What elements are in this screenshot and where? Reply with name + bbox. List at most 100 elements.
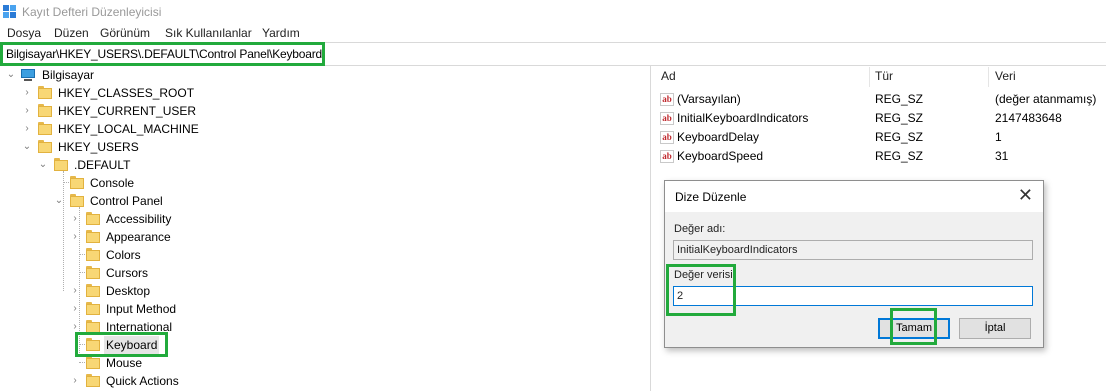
value-data: 2147483648 [995,111,1062,125]
menu-view[interactable]: Görünüm [100,26,150,40]
chevron-right-icon[interactable]: › [70,372,80,390]
value-name-label: Değer adı: [674,223,726,235]
tree-label: Bilgisayar [42,68,95,82]
keyboard-highlight-box [75,332,168,357]
string-value-icon: ab [660,131,674,144]
folder-icon [86,248,100,261]
value-type: REG_SZ [875,130,924,144]
folder-icon [70,194,84,207]
title-bar: Kayıt Defteri Düzenleyicisi [0,0,1106,24]
menu-edit[interactable]: Düzen [54,26,89,40]
column-header-name[interactable]: Ad [661,65,676,87]
tree-label: Appearance [106,230,171,244]
value-type: REG_SZ [875,92,924,106]
column-header-data[interactable]: Veri [995,65,1016,87]
tree-node-cursors[interactable]: Cursors [0,264,300,282]
value-type: REG_SZ [875,149,924,163]
value-data: (değer atanmamış) [995,92,1097,106]
folder-icon [38,104,52,117]
chevron-right-icon[interactable]: › [70,210,80,228]
close-icon[interactable]: ✕ [1018,186,1033,204]
tree-node-hkcu[interactable]: › HKEY_CURRENT_USER [0,102,300,120]
chevron-right-icon[interactable]: › [70,282,80,300]
string-value-icon: ab [660,93,674,106]
tree-label: Control Panel [90,194,163,208]
tree-label: Cursors [106,266,149,280]
folder-icon [86,212,100,225]
tree-label: Desktop [106,284,151,298]
tree-node-console[interactable]: Console [0,174,300,192]
chevron-right-icon[interactable]: › [70,228,80,246]
folder-icon [86,374,100,387]
regedit-icon [3,5,16,18]
chevron-down-icon[interactable]: ⌄ [22,138,32,156]
tree-node-desktop[interactable]: › Desktop [0,282,300,300]
cancel-button[interactable]: İptal [959,318,1031,339]
folder-icon [38,122,52,135]
menu-bar: Dosya Düzen Görünüm Sık Kullanılanlar Ya… [0,24,1106,42]
chevron-right-icon[interactable]: › [22,120,32,138]
tree-label: HKEY_LOCAL_MACHINE [58,122,199,136]
ok-highlight-box [890,308,937,345]
value-row[interactable]: ab (Varsayılan) REG_SZ (değer atanmamış) [651,90,1106,109]
folder-icon [86,284,100,297]
column-divider[interactable] [869,67,870,87]
tree-label: Accessibility [106,212,172,226]
data-input-highlight-box [666,264,736,316]
tree-node-input-method[interactable]: › Input Method [0,300,300,318]
folder-icon [38,86,52,99]
tree-node-colors[interactable]: Colors [0,246,300,264]
value-name-field: InitialKeyboardIndicators [673,240,1033,260]
chevron-right-icon[interactable]: › [22,84,32,102]
folder-icon [86,230,100,243]
folder-icon [70,176,84,189]
folder-icon [86,356,100,369]
column-header-type[interactable]: Tür [875,65,893,87]
tree-node-hkcr[interactable]: › HKEY_CLASSES_ROOT [0,84,300,102]
tree-label: Quick Actions [106,374,179,388]
folder-icon [86,302,100,315]
computer-icon [20,69,36,81]
folder-icon [38,140,52,153]
value-row[interactable]: ab KeyboardSpeed REG_SZ 31 [651,147,1106,166]
chevron-down-icon[interactable]: ⌄ [54,192,64,210]
tree-node-control-panel[interactable]: ⌄ Control Panel [0,192,300,210]
folder-icon [86,266,100,279]
dialog-title-bar[interactable]: Dize Düzenle ✕ [665,181,1043,212]
value-name: KeyboardDelay [677,130,760,144]
window-title: Kayıt Defteri Düzenleyicisi [22,5,162,19]
menu-file[interactable]: Dosya [7,26,41,40]
menu-favorites[interactable]: Sık Kullanılanlar [165,26,252,40]
tree-node-default[interactable]: ⌄ .DEFAULT [0,156,300,174]
value-data: 31 [995,149,1009,163]
value-name: InitialKeyboardIndicators [677,111,809,125]
value-row[interactable]: ab KeyboardDelay REG_SZ 1 [651,128,1106,147]
tree-label: Console [90,176,135,190]
dialog-title: Dize Düzenle [675,190,747,204]
tree-node-appearance[interactable]: › Appearance [0,228,300,246]
string-value-icon: ab [660,112,674,125]
chevron-right-icon[interactable]: › [70,300,80,318]
tree-node-hku[interactable]: ⌄ HKEY_USERS [0,138,300,156]
string-value-icon: ab [660,150,674,163]
chevron-down-icon[interactable]: ⌄ [6,66,16,84]
tree-node-accessibility[interactable]: › Accessibility [0,210,300,228]
chevron-down-icon[interactable]: ⌄ [38,156,48,174]
value-type: REG_SZ [875,111,924,125]
column-divider[interactable] [988,67,989,87]
value-row[interactable]: ab InitialKeyboardIndicators REG_SZ 2147… [651,109,1106,128]
address-highlight-box [0,42,325,66]
tree-node-computer[interactable]: ⌄ Bilgisayar [0,66,300,84]
tree-label: Colors [106,248,141,262]
tree-node-quick-actions[interactable]: › Quick Actions [0,372,300,390]
tree-label: HKEY_CLASSES_ROOT [58,86,195,100]
chevron-right-icon[interactable]: › [22,102,32,120]
tree-label: HKEY_CURRENT_USER [58,104,197,118]
value-name: (Varsayılan) [677,92,741,106]
tree-label: Input Method [106,302,177,316]
menu-help[interactable]: Yardım [262,26,300,40]
tree-node-hklm[interactable]: › HKEY_LOCAL_MACHINE [0,120,300,138]
tree-label: HKEY_USERS [58,140,139,154]
value-name: KeyboardSpeed [677,149,764,163]
tree-label: .DEFAULT [74,158,131,172]
